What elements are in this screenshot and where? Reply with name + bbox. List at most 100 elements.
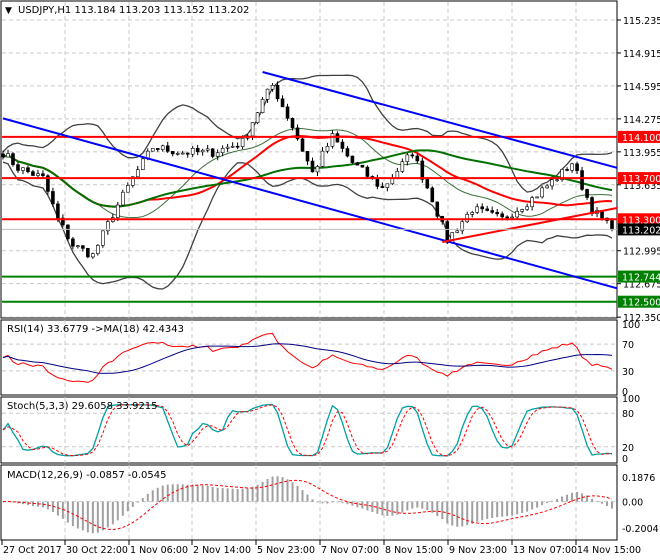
candle [525, 206, 529, 210]
candle [155, 148, 160, 150]
candle [550, 179, 554, 187]
price-label: 113.955 [623, 148, 660, 159]
price-label: 114.595 [623, 82, 660, 93]
stoch-axis-label: 0 [622, 454, 628, 465]
current-price-label: 113.202 [622, 225, 660, 236]
candle [260, 99, 265, 113]
stoch-signal-line [2, 404, 613, 457]
price-label: 112.995 [623, 247, 660, 258]
candle [395, 171, 400, 179]
candle [91, 253, 95, 258]
candle [400, 161, 405, 172]
candle [340, 141, 345, 149]
candle [345, 148, 350, 157]
candle [430, 187, 435, 203]
price-label: 114.275 [623, 115, 660, 126]
candle [385, 183, 390, 188]
candle [71, 238, 75, 247]
rsi-axis-label: 70 [622, 340, 634, 351]
rsi-axis-label: 30 [622, 367, 634, 378]
candle [470, 212, 475, 215]
rsi-line [2, 332, 613, 383]
time-label: 8 Nov 15:00 [385, 545, 443, 556]
candle [555, 179, 559, 181]
candle [6, 153, 10, 158]
candle [210, 148, 215, 157]
candle [220, 148, 225, 154]
time-label: 7 Nov 07:00 [321, 545, 379, 556]
candle [265, 88, 270, 100]
candle [520, 209, 524, 212]
candle [275, 84, 280, 100]
candle [495, 212, 499, 215]
candle [96, 245, 100, 254]
stoch-axis-label: 80 [622, 409, 634, 420]
candle [405, 154, 410, 162]
candle [530, 197, 534, 208]
candle [350, 155, 355, 163]
candle [540, 187, 544, 198]
candle [415, 155, 420, 162]
candle [11, 153, 15, 165]
candle [480, 206, 485, 210]
rsi-axis-label: 100 [622, 320, 640, 331]
candle [116, 204, 120, 218]
time-label: 27 Oct 2017 [3, 545, 62, 556]
candle [51, 191, 55, 205]
candle [325, 146, 330, 152]
candle [150, 148, 155, 152]
symbol-title: USDJPY,H1 113.184 113.203 113.152 113.20… [18, 5, 249, 16]
candle [585, 189, 589, 198]
time-label: 30 Oct 22:00 [66, 545, 128, 556]
candle [420, 160, 425, 180]
candle [310, 160, 315, 173]
candle [475, 206, 480, 213]
time-label: 5 Nov 23:00 [257, 545, 315, 556]
stoch-axis-label: 20 [622, 443, 634, 454]
rsi-readout: RSI(14) 33.6779 ->MA(18) 42.4343 [7, 324, 184, 335]
candle [81, 245, 85, 249]
candle [31, 171, 35, 176]
candle [36, 173, 40, 176]
candle [515, 211, 519, 218]
candle [240, 137, 245, 147]
candle [26, 167, 30, 172]
candle [175, 153, 180, 155]
candle [180, 152, 185, 155]
candle [255, 112, 260, 124]
candle [190, 148, 195, 155]
candle [225, 146, 230, 149]
candle [425, 179, 430, 189]
candle [235, 145, 240, 148]
time-label: 13 Nov 07:00 [513, 545, 577, 556]
chart[interactable]: 27 Oct 2017 30 Oct 22:00 1 Nov 06:00 2 Nov … [0, 0, 660, 560]
candle [280, 98, 285, 108]
candle [86, 248, 90, 258]
candle [565, 169, 569, 171]
stoch-axis-label: 100 [622, 394, 640, 405]
macd-readout: MACD(12,26,9) -0.0857 -0.0545 [7, 470, 167, 481]
candle [121, 191, 125, 206]
stoch-readout: Stoch(5,3,3) 29.6058 33.9215 [7, 401, 158, 412]
candle [135, 169, 140, 178]
candle [160, 145, 165, 150]
candle [76, 245, 80, 248]
candle [285, 106, 290, 119]
candle [290, 118, 295, 129]
time-label: 14 Nov 15:00 [577, 545, 641, 556]
candle [435, 201, 440, 217]
candle [360, 164, 365, 168]
candle [510, 216, 514, 219]
time-label: 1 Nov 06:00 [130, 545, 188, 556]
candle [215, 152, 220, 157]
candle [535, 196, 539, 199]
candle [101, 230, 105, 246]
candle [195, 148, 200, 153]
bollinger-lower [2, 161, 613, 290]
macd-axis-label: 0.00 [622, 498, 643, 509]
candle [355, 162, 360, 166]
candle [165, 145, 170, 152]
candle [500, 213, 504, 218]
candle [445, 221, 450, 243]
time-label: 9 Nov 23:00 [449, 545, 507, 556]
